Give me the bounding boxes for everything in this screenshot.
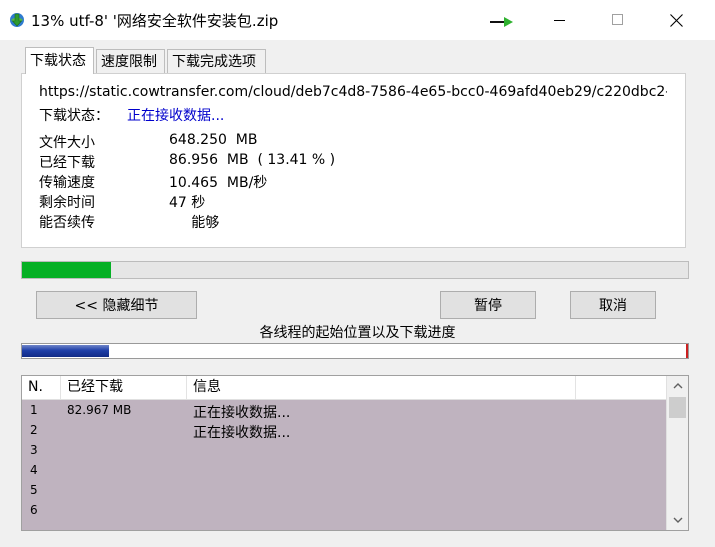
download-progress-bar <box>21 261 689 279</box>
time-remaining-label: 剩余时间 <box>39 195 95 211</box>
download-progress-fill <box>22 262 112 278</box>
file-size-label: 文件大小 <box>39 135 95 151</box>
downloaded-value: 86.956 MB ( 13.41 % ) <box>169 152 336 168</box>
table-row[interactable]: 4 <box>22 461 667 481</box>
pause-button[interactable]: 暂停 <box>440 291 536 319</box>
thread-end-marker <box>686 344 688 358</box>
thread-progress-fill <box>22 345 109 357</box>
thread-progress-caption: 各线程的起始位置以及下载进度 <box>259 325 456 341</box>
file-size-value: 648.250 MB <box>169 132 258 148</box>
download-url: https://static.cowtransfer.com/cloud/deb… <box>39 84 667 100</box>
table-row[interactable]: 1 82.967 MB 正在接收数据... <box>22 401 667 421</box>
column-info[interactable]: 信息 <box>187 376 576 399</box>
thread-list[interactable]: N. 已经下载 信息 1 82.967 MB 正在接收数据... 2 正在接收数… <box>21 375 689 531</box>
maximize-button[interactable] <box>589 0 647 40</box>
resume-support-value: 能够 <box>169 215 220 231</box>
scroll-down-button[interactable] <box>667 510 688 530</box>
table-row[interactable]: 5 <box>22 481 667 501</box>
scroll-thumb[interactable] <box>669 397 686 418</box>
close-button[interactable] <box>647 0 705 40</box>
list-scrollbar[interactable] <box>666 376 688 530</box>
minimize-button[interactable] <box>531 0 589 40</box>
downloaded-label: 已经下载 <box>39 155 95 171</box>
status-label: 下载状态： <box>39 108 109 124</box>
close-icon <box>669 13 683 27</box>
tab-download-status[interactable]: 下载状态 <box>25 47 94 74</box>
thread-progress-bar <box>21 343 689 359</box>
status-value: 正在接收数据... <box>127 108 225 124</box>
minimize-icon <box>554 20 565 21</box>
cancel-button[interactable]: 取消 <box>570 291 656 319</box>
scroll-up-button[interactable] <box>667 376 688 396</box>
table-row[interactable]: 3 <box>22 441 667 461</box>
tab-completion-options[interactable]: 下载完成选项 <box>167 49 266 73</box>
transfer-speed-value: 10.465 MB/秒 <box>169 175 268 191</box>
chevron-up-icon <box>673 383 682 389</box>
transfer-speed-label: 传输速度 <box>39 175 95 191</box>
arrow-right-icon <box>490 17 513 27</box>
column-downloaded[interactable]: 已经下载 <box>61 376 187 399</box>
list-header: N. 已经下载 信息 <box>22 376 667 400</box>
download-globe-icon <box>10 13 24 27</box>
maximize-icon <box>612 14 623 25</box>
window-title: 13% utf-8' '网络安全软件安装包.zip <box>31 12 279 30</box>
time-remaining-value: 47 秒 <box>169 195 206 211</box>
hide-details-button[interactable]: << 隐藏细节 <box>36 291 197 319</box>
list-body: 1 82.967 MB 正在接收数据... 2 正在接收数据... 3 4 5 … <box>22 400 667 530</box>
tab-speed-limit[interactable]: 速度限制 <box>96 49 165 73</box>
column-number[interactable]: N. <box>22 376 61 399</box>
table-row[interactable]: 6 <box>22 501 667 521</box>
table-row[interactable]: 2 正在接收数据... <box>22 421 667 441</box>
resume-support-label: 能否续传 <box>39 215 95 231</box>
chevron-down-icon <box>673 517 682 523</box>
